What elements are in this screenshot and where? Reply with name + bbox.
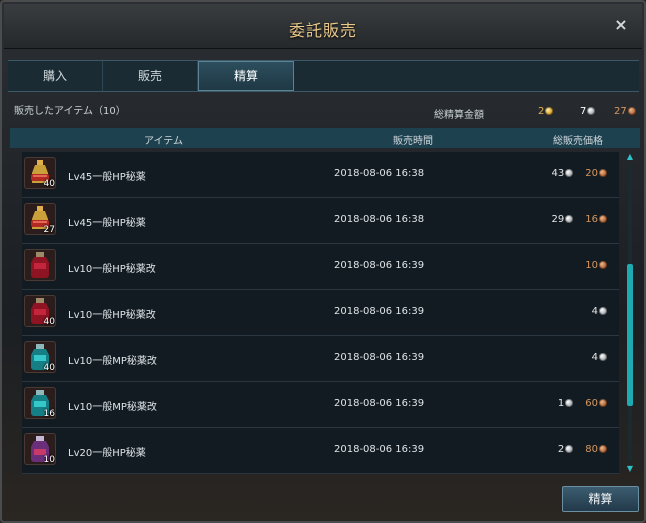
- scroll-down-icon[interactable]: ▼: [625, 464, 635, 474]
- copper-coin-icon: [627, 107, 636, 115]
- sold-items-label: 販売したアイテム（10）: [14, 106, 126, 117]
- sale-time: 2018-08-06 16:39: [334, 398, 425, 409]
- consignment-window: 委託販売 × 購入 販売 精算 販売したアイテム（10） 総精算金額 2 7 2…: [0, 0, 646, 523]
- silver-coin-icon: [565, 215, 574, 223]
- sold-items-list: 40 Lv45一般HP秘薬 2018-08-06 16:38 43 20 27 Lv45一般…: [22, 152, 619, 474]
- silver-coin-icon: [599, 307, 607, 315]
- price-silver: 2: [558, 444, 574, 455]
- titlebar: 委託販売 ×: [4, 4, 642, 49]
- sale-time: 2018-08-06 16:38: [334, 168, 425, 179]
- copper-coin-icon: [599, 169, 607, 177]
- price-silver: 29: [552, 214, 574, 225]
- total-price: 43 20: [552, 168, 607, 179]
- tab-sell[interactable]: 販売: [103, 61, 198, 91]
- price-silver: 43: [552, 168, 574, 179]
- price-silver: 4: [592, 306, 607, 317]
- column-sale-time: 販売時間: [393, 136, 433, 147]
- list-item[interactable]: 27 Lv45一般HP秘薬 2018-08-06 16:38 29 16: [22, 198, 619, 244]
- copper-coin-icon: [599, 399, 607, 407]
- window-title: 委託販売: [288, 21, 357, 40]
- total-settlement-label: 総精算金額: [434, 110, 484, 121]
- red-potion-icon: [24, 249, 56, 281]
- silver-coin-icon: [587, 107, 596, 115]
- tab-settlement[interactable]: 精算: [198, 61, 294, 91]
- price-copper: 10: [585, 260, 607, 271]
- column-total-price: 総販売価格: [553, 136, 603, 147]
- tab-bar: 購入 販売 精算: [8, 60, 639, 92]
- settlement-summary: 販売したアイテム（10） 総精算金額 2 7 27: [10, 98, 640, 122]
- sale-time: 2018-08-06 16:39: [334, 444, 425, 455]
- list-item[interactable]: 40 Lv10一般HP秘薬改 2018-08-06 16:39 4: [22, 290, 619, 336]
- copper-coin-icon: [599, 261, 607, 269]
- total-price: 10: [573, 260, 607, 271]
- gold-coin-icon: [545, 107, 554, 115]
- sale-time: 2018-08-06 16:39: [334, 306, 425, 317]
- scrollbar[interactable]: ▲ ▼: [625, 152, 635, 474]
- blue-potion-icon: 40: [24, 341, 56, 373]
- silver-coin-icon: [565, 445, 574, 453]
- price-copper: 16: [585, 214, 607, 225]
- total-price: 29 16: [552, 214, 607, 225]
- silver-coin-icon: [565, 399, 574, 407]
- price-copper: 60: [585, 398, 607, 409]
- sale-time: 2018-08-06 16:39: [334, 260, 425, 271]
- price-silver: 4: [592, 352, 607, 363]
- scroll-up-icon[interactable]: ▲: [625, 152, 635, 162]
- blue-potion-icon: 16: [24, 387, 56, 419]
- list-item[interactable]: 16 Lv10一般MP秘薬改 2018-08-06 16:39 1 60: [22, 382, 619, 428]
- total-price: 2 80: [558, 444, 607, 455]
- sale-time: 2018-08-06 16:39: [334, 352, 425, 363]
- silver-coin-icon: [565, 169, 574, 177]
- total-silver: 7: [580, 106, 596, 117]
- close-icon[interactable]: ×: [612, 16, 630, 34]
- item-quantity: 10: [43, 455, 55, 465]
- red-potion-icon: 40: [24, 295, 56, 327]
- list-item[interactable]: Lv10一般HP秘薬改 2018-08-06 16:39 10: [22, 244, 619, 290]
- total-copper: 27: [614, 106, 636, 117]
- price-silver: 1: [558, 398, 574, 409]
- item-quantity: 40: [43, 317, 55, 327]
- item-name: Lv10一般HP秘薬改: [68, 310, 156, 321]
- settle-button[interactable]: 精算: [562, 486, 639, 512]
- hp-elixir-scroll-icon: 40: [24, 157, 56, 189]
- column-item: アイテム: [144, 136, 183, 147]
- item-quantity: 27: [43, 225, 55, 235]
- total-price: 4: [592, 306, 607, 317]
- item-name: Lv45一般HP秘薬: [68, 172, 146, 183]
- total-gold: 2: [538, 106, 554, 117]
- total-price: 1 60: [558, 398, 607, 409]
- silver-coin-icon: [599, 353, 607, 361]
- price-copper: 20: [585, 168, 607, 179]
- list-item[interactable]: 40 Lv10一般MP秘薬改 2018-08-06 16:39 4: [22, 336, 619, 382]
- list-item[interactable]: 10 Lv20一般HP秘薬 2018-08-06 16:39 2 80: [22, 428, 619, 474]
- list-header: アイテム 販売時間 総販売価格: [10, 128, 640, 148]
- total-price: 4: [592, 352, 607, 363]
- copper-coin-icon: [599, 445, 607, 453]
- scroll-thumb[interactable]: [627, 264, 633, 406]
- price-copper: 80: [585, 444, 607, 455]
- item-name: Lv10一般MP秘薬改: [68, 356, 157, 367]
- sale-time: 2018-08-06 16:38: [334, 214, 425, 225]
- purple-potion-icon: 10: [24, 433, 56, 465]
- item-name: Lv20一般HP秘薬: [68, 448, 146, 459]
- item-quantity: 16: [43, 409, 55, 419]
- tab-buy[interactable]: 購入: [8, 61, 103, 91]
- item-quantity: 40: [43, 179, 55, 189]
- item-quantity: 40: [43, 363, 55, 373]
- hp-elixir-scroll-icon: 27: [24, 203, 56, 235]
- item-name: Lv45一般HP秘薬: [68, 218, 146, 229]
- item-name: Lv10一般HP秘薬改: [68, 264, 156, 275]
- list-item[interactable]: 40 Lv45一般HP秘薬 2018-08-06 16:38 43 20: [22, 152, 619, 198]
- copper-coin-icon: [599, 215, 607, 223]
- item-name: Lv10一般MP秘薬改: [68, 402, 157, 413]
